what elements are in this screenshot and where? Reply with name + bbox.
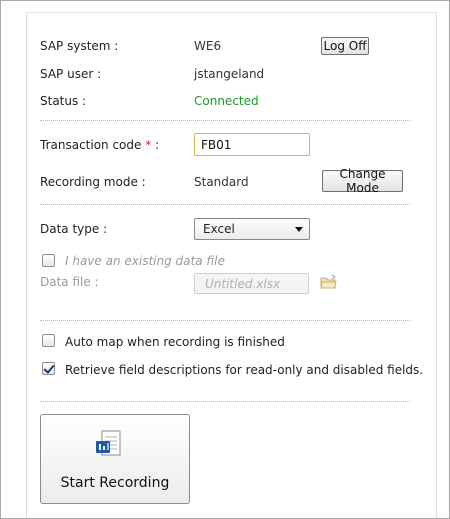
- data-type-selected-value: Excel: [203, 222, 235, 236]
- data-type-label: Data type :: [40, 222, 108, 236]
- existing-file-label: I have an existing data file: [65, 254, 225, 268]
- recording-mode-label: Recording mode :: [40, 175, 146, 189]
- auto-map-checkbox[interactable]: [42, 334, 55, 347]
- log-off-button[interactable]: Log Off: [321, 37, 369, 55]
- recording-document-icon: [93, 429, 125, 461]
- sap-user-label: SAP user :: [40, 67, 102, 81]
- retrieve-descriptions-label: Retrieve field descriptions for read-onl…: [65, 363, 424, 377]
- data-type-select[interactable]: Excel: [194, 218, 310, 240]
- transaction-code-label-text: Transaction code: [40, 138, 142, 152]
- retrieve-descriptions-checkbox[interactable]: [42, 362, 55, 375]
- transaction-code-input[interactable]: [194, 133, 310, 156]
- folder-open-icon[interactable]: [320, 274, 338, 290]
- start-recording-label: Start Recording: [60, 475, 170, 491]
- transaction-code-colon: :: [155, 138, 160, 152]
- status-label: Status :: [40, 94, 87, 108]
- data-file-label: Data file :: [40, 275, 99, 289]
- separator: [40, 120, 410, 121]
- sap-system-label: SAP system :: [40, 39, 119, 53]
- separator: [40, 204, 410, 205]
- auto-map-label: Auto map when recording is finished: [65, 335, 285, 349]
- start-recording-button[interactable]: Start Recording: [40, 414, 190, 504]
- separator: [40, 320, 410, 321]
- sap-user-value: jstangeland: [194, 67, 265, 81]
- separator: [40, 401, 410, 402]
- status-value: Connected: [194, 94, 259, 108]
- existing-file-checkbox[interactable]: [42, 254, 55, 267]
- chevron-down-icon: [295, 227, 303, 232]
- recording-mode-value: Standard: [194, 175, 249, 189]
- transaction-code-label: Transaction code * :: [40, 138, 159, 152]
- data-file-placeholder: Untitled.xlsx: [205, 276, 281, 291]
- change-mode-button[interactable]: Change Mode: [322, 167, 403, 195]
- required-marker: *: [145, 138, 152, 152]
- sap-system-value: WE6: [194, 39, 222, 53]
- data-file-input[interactable]: Untitled.xlsx: [194, 273, 309, 294]
